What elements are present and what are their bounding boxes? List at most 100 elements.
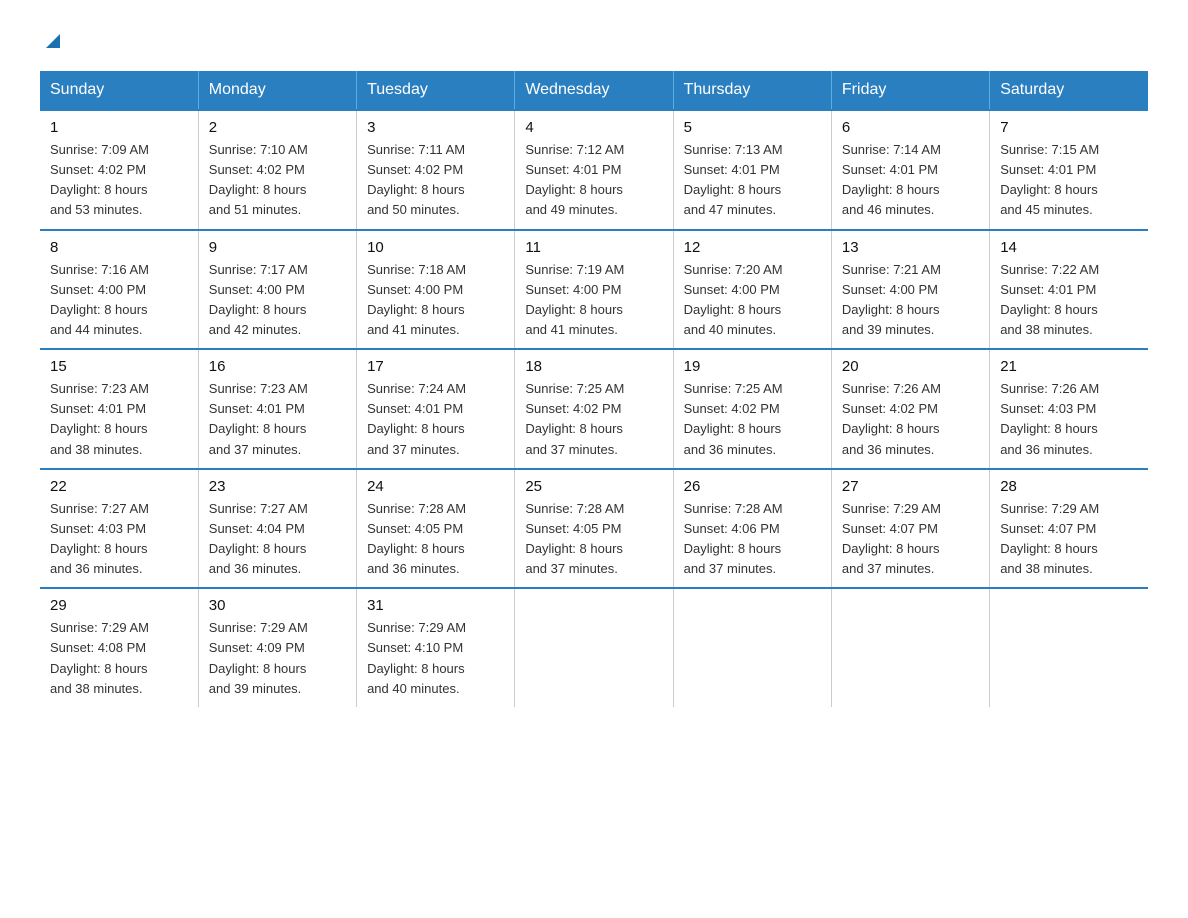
weekday-header-monday: Monday — [198, 71, 356, 110]
logo-triangle-icon — [42, 30, 64, 52]
calendar-week-row: 22 Sunrise: 7:27 AM Sunset: 4:03 PM Dayli… — [40, 469, 1148, 589]
day-number: 14 — [1000, 239, 1138, 256]
day-info: Sunrise: 7:15 AM Sunset: 4:01 PM Dayligh… — [1000, 140, 1138, 221]
day-number: 20 — [842, 358, 979, 375]
day-number: 11 — [525, 239, 662, 256]
day-number: 10 — [367, 239, 504, 256]
day-info: Sunrise: 7:14 AM Sunset: 4:01 PM Dayligh… — [842, 140, 979, 221]
day-info: Sunrise: 7:11 AM Sunset: 4:02 PM Dayligh… — [367, 140, 504, 221]
day-info: Sunrise: 7:29 AM Sunset: 4:07 PM Dayligh… — [1000, 499, 1138, 580]
calendar-cell: 26 Sunrise: 7:28 AM Sunset: 4:06 PM Dayli… — [673, 469, 831, 589]
day-info: Sunrise: 7:29 AM Sunset: 4:09 PM Dayligh… — [209, 618, 346, 699]
calendar-cell: 30 Sunrise: 7:29 AM Sunset: 4:09 PM Dayli… — [198, 588, 356, 707]
calendar-cell: 18 Sunrise: 7:25 AM Sunset: 4:02 PM Dayli… — [515, 349, 673, 469]
day-number: 24 — [367, 478, 504, 495]
calendar-cell: 21 Sunrise: 7:26 AM Sunset: 4:03 PM Dayli… — [990, 349, 1148, 469]
day-number: 26 — [684, 478, 821, 495]
day-number: 6 — [842, 119, 979, 136]
calendar-week-row: 15 Sunrise: 7:23 AM Sunset: 4:01 PM Dayli… — [40, 349, 1148, 469]
day-info: Sunrise: 7:25 AM Sunset: 4:02 PM Dayligh… — [684, 379, 821, 460]
calendar-table: SundayMondayTuesdayWednesdayThursdayFrid… — [40, 71, 1148, 707]
calendar-cell: 23 Sunrise: 7:27 AM Sunset: 4:04 PM Dayli… — [198, 469, 356, 589]
day-number: 2 — [209, 119, 346, 136]
weekday-header-wednesday: Wednesday — [515, 71, 673, 110]
day-info: Sunrise: 7:17 AM Sunset: 4:00 PM Dayligh… — [209, 260, 346, 341]
calendar-cell: 19 Sunrise: 7:25 AM Sunset: 4:02 PM Dayli… — [673, 349, 831, 469]
day-number: 13 — [842, 239, 979, 256]
day-info: Sunrise: 7:25 AM Sunset: 4:02 PM Dayligh… — [525, 379, 662, 460]
calendar-cell: 7 Sunrise: 7:15 AM Sunset: 4:01 PM Daylig… — [990, 110, 1148, 230]
day-number: 19 — [684, 358, 821, 375]
day-number: 16 — [209, 358, 346, 375]
day-number: 4 — [525, 119, 662, 136]
day-number: 21 — [1000, 358, 1138, 375]
day-number: 8 — [50, 239, 188, 256]
calendar-cell: 3 Sunrise: 7:11 AM Sunset: 4:02 PM Daylig… — [357, 110, 515, 230]
calendar-week-row: 8 Sunrise: 7:16 AM Sunset: 4:00 PM Daylig… — [40, 230, 1148, 350]
day-info: Sunrise: 7:28 AM Sunset: 4:05 PM Dayligh… — [525, 499, 662, 580]
day-number: 3 — [367, 119, 504, 136]
calendar-cell: 5 Sunrise: 7:13 AM Sunset: 4:01 PM Daylig… — [673, 110, 831, 230]
calendar-cell — [515, 588, 673, 707]
calendar-cell: 17Sunrise: 7:24 AM Sunset: 4:01 PM Dayli… — [357, 349, 515, 469]
calendar-cell: 24Sunrise: 7:28 AM Sunset: 4:05 PM Dayli… — [357, 469, 515, 589]
day-number: 27 — [842, 478, 979, 495]
day-number: 30 — [209, 597, 346, 614]
calendar-week-row: 29Sunrise: 7:29 AM Sunset: 4:08 PM Dayli… — [40, 588, 1148, 707]
weekday-header-saturday: Saturday — [990, 71, 1148, 110]
calendar-week-row: 1 Sunrise: 7:09 AM Sunset: 4:02 PM Daylig… — [40, 110, 1148, 230]
day-info: Sunrise: 7:20 AM Sunset: 4:00 PM Dayligh… — [684, 260, 821, 341]
weekday-header-tuesday: Tuesday — [357, 71, 515, 110]
calendar-cell: 13 Sunrise: 7:21 AM Sunset: 4:00 PM Dayli… — [831, 230, 989, 350]
calendar-cell: 16 Sunrise: 7:23 AM Sunset: 4:01 PM Dayli… — [198, 349, 356, 469]
day-info: Sunrise: 7:18 AM Sunset: 4:00 PM Dayligh… — [367, 260, 504, 341]
calendar-cell: 29Sunrise: 7:29 AM Sunset: 4:08 PM Dayli… — [40, 588, 198, 707]
day-info: Sunrise: 7:29 AM Sunset: 4:07 PM Dayligh… — [842, 499, 979, 580]
calendar-cell — [673, 588, 831, 707]
calendar-cell: 2Sunrise: 7:10 AM Sunset: 4:02 PM Daylig… — [198, 110, 356, 230]
day-number: 25 — [525, 478, 662, 495]
day-info: Sunrise: 7:26 AM Sunset: 4:03 PM Dayligh… — [1000, 379, 1138, 460]
day-info: Sunrise: 7:29 AM Sunset: 4:10 PM Dayligh… — [367, 618, 504, 699]
calendar-cell: 4Sunrise: 7:12 AM Sunset: 4:01 PM Daylig… — [515, 110, 673, 230]
weekday-header-friday: Friday — [831, 71, 989, 110]
day-info: Sunrise: 7:23 AM Sunset: 4:01 PM Dayligh… — [50, 379, 188, 460]
day-number: 1 — [50, 119, 188, 136]
day-info: Sunrise: 7:24 AM Sunset: 4:01 PM Dayligh… — [367, 379, 504, 460]
day-number: 15 — [50, 358, 188, 375]
calendar-cell: 6 Sunrise: 7:14 AM Sunset: 4:01 PM Daylig… — [831, 110, 989, 230]
day-number: 5 — [684, 119, 821, 136]
calendar-cell: 9 Sunrise: 7:17 AM Sunset: 4:00 PM Daylig… — [198, 230, 356, 350]
logo — [40, 30, 64, 51]
calendar-cell: 8 Sunrise: 7:16 AM Sunset: 4:00 PM Daylig… — [40, 230, 198, 350]
calendar-cell — [831, 588, 989, 707]
weekday-header-row: SundayMondayTuesdayWednesdayThursdayFrid… — [40, 71, 1148, 110]
day-info: Sunrise: 7:22 AM Sunset: 4:01 PM Dayligh… — [1000, 260, 1138, 341]
day-info: Sunrise: 7:23 AM Sunset: 4:01 PM Dayligh… — [209, 379, 346, 460]
calendar-cell: 1 Sunrise: 7:09 AM Sunset: 4:02 PM Daylig… — [40, 110, 198, 230]
calendar-cell: 27 Sunrise: 7:29 AM Sunset: 4:07 PM Dayli… — [831, 469, 989, 589]
weekday-header-sunday: Sunday — [40, 71, 198, 110]
day-number: 12 — [684, 239, 821, 256]
calendar-cell: 28Sunrise: 7:29 AM Sunset: 4:07 PM Dayli… — [990, 469, 1148, 589]
day-info: Sunrise: 7:21 AM Sunset: 4:00 PM Dayligh… — [842, 260, 979, 341]
day-info: Sunrise: 7:16 AM Sunset: 4:00 PM Dayligh… — [50, 260, 188, 341]
calendar-cell: 25 Sunrise: 7:28 AM Sunset: 4:05 PM Dayli… — [515, 469, 673, 589]
day-number: 23 — [209, 478, 346, 495]
day-info: Sunrise: 7:27 AM Sunset: 4:04 PM Dayligh… — [209, 499, 346, 580]
day-number: 18 — [525, 358, 662, 375]
day-info: Sunrise: 7:26 AM Sunset: 4:02 PM Dayligh… — [842, 379, 979, 460]
day-info: Sunrise: 7:09 AM Sunset: 4:02 PM Dayligh… — [50, 140, 188, 221]
day-info: Sunrise: 7:27 AM Sunset: 4:03 PM Dayligh… — [50, 499, 188, 580]
day-info: Sunrise: 7:28 AM Sunset: 4:06 PM Dayligh… — [684, 499, 821, 580]
day-number: 7 — [1000, 119, 1138, 136]
day-info: Sunrise: 7:19 AM Sunset: 4:00 PM Dayligh… — [525, 260, 662, 341]
calendar-cell: 11 Sunrise: 7:19 AM Sunset: 4:00 PM Dayli… — [515, 230, 673, 350]
day-number: 31 — [367, 597, 504, 614]
day-info: Sunrise: 7:13 AM Sunset: 4:01 PM Dayligh… — [684, 140, 821, 221]
day-info: Sunrise: 7:29 AM Sunset: 4:08 PM Dayligh… — [50, 618, 188, 699]
day-number: 22 — [50, 478, 188, 495]
day-number: 9 — [209, 239, 346, 256]
calendar-cell: 20 Sunrise: 7:26 AM Sunset: 4:02 PM Dayli… — [831, 349, 989, 469]
weekday-header-thursday: Thursday — [673, 71, 831, 110]
